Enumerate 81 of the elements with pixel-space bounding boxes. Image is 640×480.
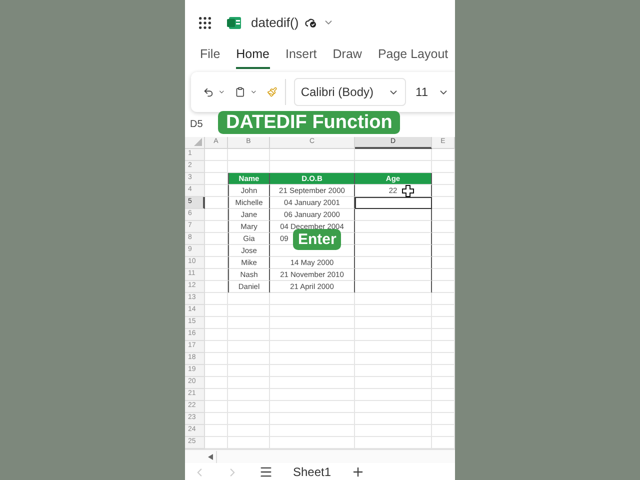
ribbon-tab[interactable]: File xyxy=(200,45,220,69)
grid-cell xyxy=(205,353,228,365)
ribbon-tab[interactable]: Home xyxy=(236,45,270,69)
grid-cell xyxy=(228,401,270,413)
active-cell[interactable] xyxy=(355,197,432,209)
grid-cell xyxy=(432,305,455,317)
grid-cell xyxy=(432,245,455,257)
grid-cell xyxy=(205,377,228,389)
hint-banner: Enter xyxy=(293,229,342,250)
grid-cell xyxy=(228,413,270,425)
grid-cell xyxy=(205,413,228,425)
grid-cell xyxy=(205,209,228,221)
grid-cell xyxy=(432,173,455,185)
grid-cell xyxy=(432,269,455,281)
cloud-saved-icon xyxy=(304,18,317,28)
grid-cell xyxy=(432,281,455,293)
font-dropdown[interactable]: Calibri (Body) xyxy=(294,78,406,106)
grid-cell xyxy=(432,293,455,305)
grid-cell xyxy=(432,149,455,161)
grid-cell xyxy=(205,305,228,317)
grid-cell xyxy=(228,377,270,389)
grid-cell xyxy=(205,149,228,161)
grid-cell xyxy=(228,149,270,161)
grid-cell xyxy=(205,401,228,413)
grid-cell xyxy=(432,161,455,173)
grid-cell xyxy=(205,269,228,281)
name-box[interactable]: D5 xyxy=(190,117,203,132)
grid-cell xyxy=(228,293,270,305)
grid-cell xyxy=(228,305,270,317)
ribbon-tab[interactable]: Insert xyxy=(286,45,317,69)
grid-cell xyxy=(205,425,228,437)
grid-cell xyxy=(205,233,228,245)
grid-cell xyxy=(205,161,228,173)
menu-icon[interactable] xyxy=(259,465,273,479)
cursor-icon xyxy=(402,185,414,197)
grid-cell xyxy=(432,257,455,269)
grid-cell xyxy=(205,221,228,233)
grid-cell xyxy=(205,245,228,257)
grid-cell xyxy=(432,185,455,197)
grid-cell xyxy=(205,365,228,377)
grid-cell xyxy=(205,185,228,197)
grid-cell xyxy=(432,425,455,437)
grid-cell xyxy=(205,257,228,269)
grid-cell xyxy=(432,401,455,413)
grid-cell xyxy=(228,425,270,437)
grid-cell xyxy=(228,353,270,365)
grid-cell xyxy=(228,365,270,377)
title-banner: DATEDIF Function xyxy=(218,111,400,134)
grid-cell xyxy=(432,377,455,389)
grid-cell xyxy=(432,413,455,425)
grid-cell xyxy=(205,389,228,401)
ribbon-tab[interactable]: Page Layout xyxy=(378,45,448,69)
grid-cell xyxy=(205,281,228,293)
grid-cell xyxy=(228,389,270,401)
grid-cell xyxy=(432,353,455,365)
grid-cell xyxy=(432,233,455,245)
grid-cell xyxy=(205,317,228,329)
triangle-left-icon xyxy=(208,454,213,460)
grid-cell xyxy=(432,221,455,233)
font-size-dropdown[interactable]: 11 xyxy=(410,78,455,106)
grid-cell xyxy=(205,293,228,305)
grid-cell xyxy=(228,329,270,341)
grid-cell xyxy=(432,197,455,209)
document-title[interactable]: datedif() xyxy=(251,12,299,32)
sheet-tab[interactable]: Sheet1 xyxy=(293,463,332,480)
grid-cell xyxy=(228,341,270,353)
grid-cell xyxy=(432,317,455,329)
grid-cell xyxy=(432,329,455,341)
ribbon-tab[interactable]: Draw xyxy=(332,45,362,69)
add-sheet-icon[interactable] xyxy=(351,465,366,479)
app-launcher-icon[interactable] xyxy=(197,14,213,30)
grid-cell xyxy=(432,389,455,401)
paste-icon[interactable] xyxy=(235,85,246,99)
grid-cell xyxy=(205,341,228,353)
spreadsheet-app-icon xyxy=(227,16,241,30)
grid-cell xyxy=(205,329,228,341)
grid-cell xyxy=(228,317,270,329)
grid-cell xyxy=(205,197,228,209)
grid-cell xyxy=(432,365,455,377)
grid-cell xyxy=(432,209,455,221)
grid-cell xyxy=(432,341,455,353)
